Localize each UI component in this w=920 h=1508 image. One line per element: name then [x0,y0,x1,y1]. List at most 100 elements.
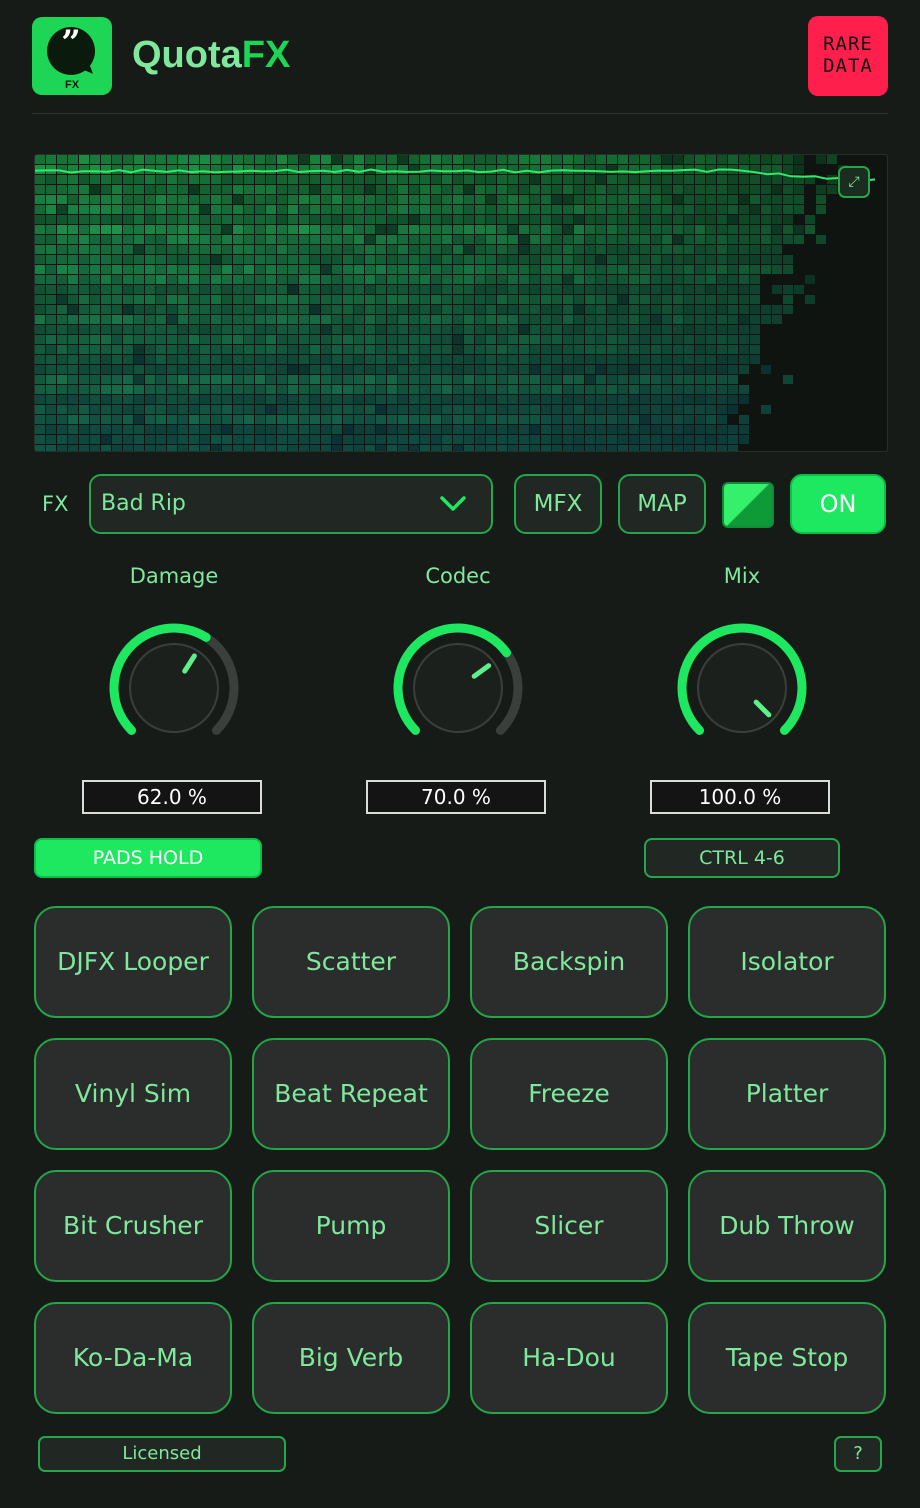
spectrum-cell [508,215,518,224]
codec-value-field[interactable]: 70.0 % [366,780,546,814]
pad-platter[interactable]: Platter [688,1038,886,1150]
spectrum-cell [156,215,166,224]
map-button[interactable]: MAP [618,474,706,534]
spectrum-cell [607,415,617,424]
spectrum-cell [255,335,265,344]
pad-ko-da-ma[interactable]: Ko-Da-Ma [34,1302,232,1414]
pad-slicer[interactable]: Slicer [470,1170,668,1282]
brand-badge[interactable]: RARE DATA [808,16,888,96]
spectrum-cell [398,185,408,194]
mix-knob[interactable] [674,620,810,756]
spectrum-cell [79,195,89,204]
spectrum-cell [332,385,342,394]
spectrum-cell [90,435,100,444]
spectrum-cell [596,215,606,224]
fx-select[interactable]: Bad Rip [89,474,493,534]
spectrum-cell [57,345,67,354]
spectrum-cell [530,185,540,194]
spectrum-cell [651,215,661,224]
spectrum-cell [200,155,210,164]
spectrum-cell [255,165,265,174]
pad-pump[interactable]: Pump [252,1170,450,1282]
spectrum-cell [387,415,397,424]
spectrum-cell [431,355,441,364]
spectrum-cell [651,205,661,214]
damage-value-field[interactable]: 62.0 % [82,780,262,814]
spectrum-cell [167,345,177,354]
spectrum-cell [321,375,331,384]
pad-ha-dou[interactable]: Ha-Dou [470,1302,668,1414]
pad-freeze[interactable]: Freeze [470,1038,668,1150]
spectrum-cell [123,385,133,394]
spectrum-cell [761,235,771,244]
pad-big-verb[interactable]: Big Verb [252,1302,450,1414]
pad-backspin[interactable]: Backspin [470,906,668,1018]
spectrum-cell [552,395,562,404]
spectrum-cell [420,265,430,274]
spectrum-cell [420,425,430,434]
spectrum-cell [101,405,111,414]
help-button[interactable]: ? [834,1436,882,1472]
spectrum-cell [706,385,716,394]
spectrum-cell [761,255,771,264]
mfx-button[interactable]: MFX [514,474,602,534]
spectrum-cell [695,205,705,214]
pad-isolator[interactable]: Isolator [688,906,886,1018]
pad-scatter[interactable]: Scatter [252,906,450,1018]
spectrum-cell [475,265,485,274]
spectrum-cell [816,235,826,244]
spectrum-cell [387,165,397,174]
color-theme-toggle[interactable] [722,482,774,528]
codec-knob[interactable] [390,620,526,756]
spectrum-cell [35,375,45,384]
on-button[interactable]: ON [790,474,886,534]
spectrum-cell [101,365,111,374]
spectrum-cell [772,315,782,324]
spectrum-cell [420,305,430,314]
spectrum-cell [134,355,144,364]
spectrum-cell [662,335,672,344]
spectrum-cell [442,335,452,344]
mix-value-field[interactable]: 100.0 % [650,780,830,814]
spectrum-cell [739,245,749,254]
spectrum-cell [728,285,738,294]
pad-vinyl-sim[interactable]: Vinyl Sim [34,1038,232,1150]
spectrum-cell [530,175,540,184]
spectrum-cell [530,275,540,284]
spectrum-cell [585,315,595,324]
pad-beat-repeat[interactable]: Beat Repeat [252,1038,450,1150]
spectrum-cell [222,245,232,254]
spectrum-cell [717,335,727,344]
spectrum-cell [266,445,276,451]
ctrl-range-button[interactable]: CTRL 4-6 [644,838,840,878]
spectrum-cell [607,435,617,444]
spectrum-cell [442,425,452,434]
pad-dub-throw[interactable]: Dub Throw [688,1170,886,1282]
spectrum-cell [57,175,67,184]
spectrum-cell [79,365,89,374]
spectrum-cell [156,355,166,364]
spectrum-cell [167,245,177,254]
pads-hold-toggle[interactable]: PADS HOLD [34,838,262,878]
spectrum-cell [211,295,221,304]
spectrum-cell [57,275,67,284]
spectrum-cell [717,185,727,194]
spectrum-cell [68,425,78,434]
damage-knob[interactable] [106,620,242,756]
spectrum-cell [57,365,67,374]
spectrum-cell [640,275,650,284]
pad-bit-crusher[interactable]: Bit Crusher [34,1170,232,1282]
spectrum-cell [200,255,210,264]
spectrum-cell [200,325,210,334]
spectrum-cell [376,275,386,284]
license-status-button[interactable]: Licensed [38,1436,286,1472]
spectrum-cell [222,305,232,314]
spectrum-cell [123,235,133,244]
pad-tape-stop[interactable]: Tape Stop [688,1302,886,1414]
pad-djfx-looper[interactable]: DJFX Looper [34,906,232,1018]
spectrum-cell [629,235,639,244]
spectrum-cell [684,315,694,324]
spectrum-cell [618,395,628,404]
expand-button[interactable]: ⤢ [838,166,870,198]
spectrum-cell [541,365,551,374]
